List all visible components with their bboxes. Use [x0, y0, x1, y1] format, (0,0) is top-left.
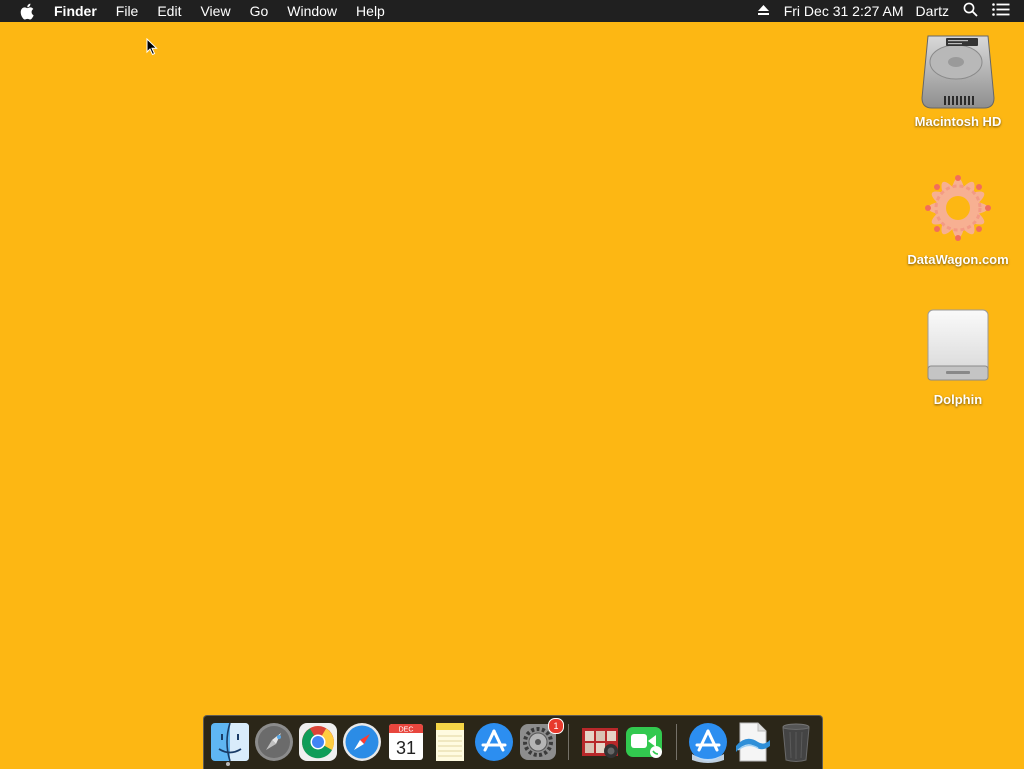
menu-bar: Finder File Edit View Go Window Help Fri… [0, 0, 1024, 22]
desktop-icon-datawagon[interactable]: DataWagon.com [903, 168, 1013, 267]
dock-item-chrome[interactable] [296, 720, 340, 764]
desktop-icon-macintosh-hd[interactable]: Macintosh HD [903, 32, 1013, 129]
facetime-icon [626, 727, 662, 758]
dock-item-applications[interactable] [686, 720, 730, 764]
calendar-day-label: 31 [396, 738, 416, 758]
spotlight-search-icon[interactable] [963, 2, 978, 20]
menu-edit[interactable]: Edit [157, 3, 181, 19]
dock-item-finder[interactable] [208, 720, 252, 764]
hard-drive-icon [921, 35, 995, 109]
safari-icon [343, 723, 381, 761]
document-icon [736, 722, 770, 762]
notification-center-icon[interactable] [992, 3, 1010, 19]
dock-separator [568, 724, 569, 760]
finder-icon [211, 722, 249, 762]
notification-badge: 1 [548, 718, 564, 734]
calendar-month-label: DEC [399, 727, 414, 734]
applications-folder-icon [689, 723, 727, 763]
dock-item-notes[interactable] [428, 720, 472, 764]
dock-separator [676, 724, 677, 760]
menu-window[interactable]: Window [287, 3, 337, 19]
launchpad-icon [255, 723, 293, 761]
datawagon-image-icon [925, 175, 991, 241]
menu-clock[interactable]: Fri Dec 31 2:27 AM [784, 3, 904, 19]
photo-booth-icon [582, 728, 618, 758]
dock-item-photo-booth[interactable] [578, 720, 622, 764]
dock-item-facetime[interactable] [622, 720, 666, 764]
menu-app-name[interactable]: Finder [54, 3, 97, 19]
dock-item-trash[interactable] [774, 720, 818, 764]
dock-item-calendar[interactable]: DEC 31 [384, 720, 428, 764]
external-drive-icon [927, 309, 989, 381]
dock-item-launchpad[interactable] [252, 720, 296, 764]
desktop-icon-label: DataWagon.com [907, 252, 1009, 267]
trash-icon [782, 723, 810, 762]
menu-file[interactable]: File [116, 3, 139, 19]
dock-item-document[interactable] [730, 720, 774, 764]
desktop-icon-label: Dolphin [933, 392, 983, 407]
desktop-icon-label: Macintosh HD [914, 114, 1002, 129]
apple-icon[interactable] [20, 2, 36, 20]
dock-item-app-store[interactable] [472, 720, 516, 764]
desktop-icon-dolphin[interactable]: Dolphin [903, 308, 1013, 407]
menu-go[interactable]: Go [250, 3, 269, 19]
eject-icon[interactable] [757, 3, 770, 19]
menu-help[interactable]: Help [356, 3, 385, 19]
finder-running-indicator [226, 762, 230, 766]
app-store-icon [475, 723, 513, 761]
dock-item-safari[interactable] [340, 720, 384, 764]
calendar-icon: DEC 31 [389, 724, 423, 760]
notes-icon [436, 723, 464, 761]
menu-user[interactable]: Dartz [916, 3, 949, 19]
dock-item-system-preferences[interactable]: 1 [516, 718, 564, 764]
dock: DEC 31 1 [203, 715, 823, 769]
chrome-icon [299, 723, 337, 761]
menu-view[interactable]: View [200, 3, 230, 19]
mouse-cursor-icon [146, 38, 158, 56]
